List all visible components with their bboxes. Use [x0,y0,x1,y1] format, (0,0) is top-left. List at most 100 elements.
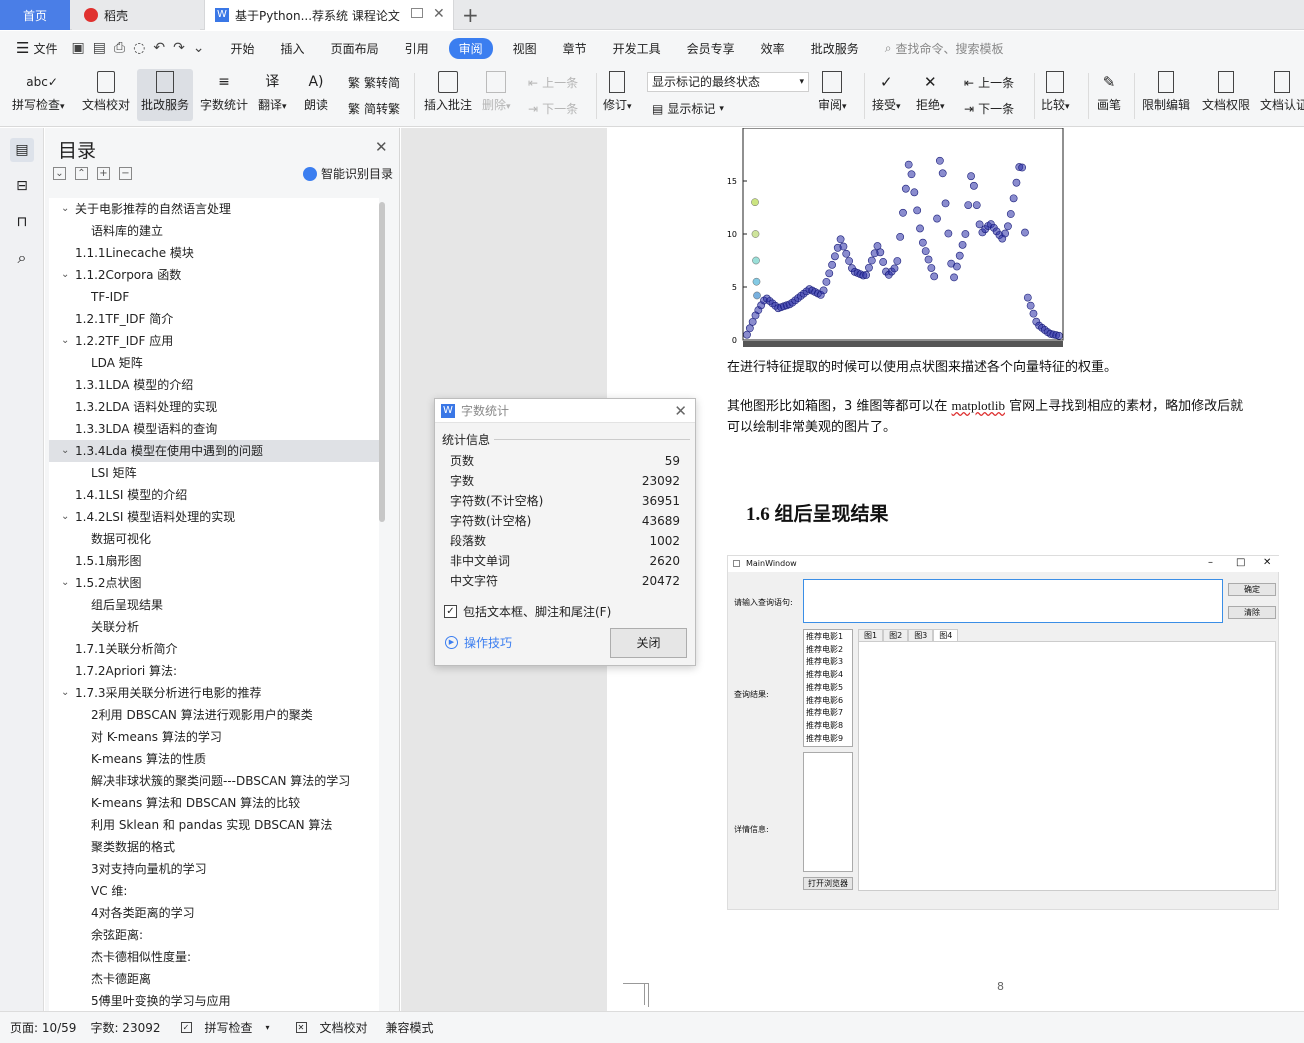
expand-icon[interactable]: + [97,167,110,180]
toc-scrollbar[interactable] [379,202,385,522]
outline-nav-icon[interactable]: ⊟ [10,174,34,198]
menu-correct[interactable]: 批改服务 [811,40,859,57]
markup-state-select[interactable]: 显示标记的最终状态 ▾ [647,72,809,92]
toc-item[interactable]: 3对支持向量机的学习 [49,858,379,880]
toc-item[interactable]: ⌄ 1.4.2LSI 模型语料处理的实现 [49,506,379,528]
chevron-down-icon[interactable]: ⌄ [61,506,69,528]
toc-item[interactable]: 杰卡德相似性度量: [49,946,379,968]
bookmark-icon[interactable]: ⊓ [10,210,34,234]
toc-item[interactable]: ⌄ 关于电影推荐的自然语言处理 [49,198,379,220]
document-page[interactable]: 15 10 5 0 在进行特征提取的时候可以使用点状图来描述各个向量特征的权重。 其他… [607,128,1304,1011]
menu-view[interactable]: 视图 [513,40,537,57]
menu-chapter[interactable]: 章节 [563,40,587,57]
toc-item[interactable]: LSI 矩阵 [49,462,379,484]
toc-item[interactable]: 1.7.1关联分析简介 [49,638,379,660]
menu-efficiency[interactable]: 效率 [761,40,785,57]
read-aloud-button[interactable]: A) 朗读 [304,71,328,113]
reject-button[interactable]: ✕ 拒绝▾ [916,71,945,113]
toc-item[interactable]: 语料库的建立 [49,220,379,242]
proofread-status[interactable]: ✕ 文档校对 [286,1019,368,1036]
chevron-down-icon[interactable]: ⌄ [61,440,69,462]
simp-to-trad-button[interactable]: 繁简转繁 [348,100,400,117]
next-change-button[interactable]: ⇥ 下一条 [964,100,1014,117]
monitor-icon[interactable] [411,8,423,18]
chevron-down-icon[interactable]: ⌄ [61,572,69,594]
toc-item[interactable]: 1.7.2Apriori 算法: [49,660,379,682]
collapse-icon[interactable]: − [119,167,132,180]
prev-change-button[interactable]: ⇤ 上一条 [964,74,1014,91]
doc-certify-button[interactable]: 文档认证 [1260,71,1304,113]
toc-item[interactable]: 解决非球状簇的聚类问题---DBSCAN 算法的学习 [49,770,379,792]
toc-item[interactable]: 关联分析 [49,616,379,638]
toc-item[interactable]: 1.4.1LSI 模型的介绍 [49,484,379,506]
smart-toc-button[interactable]: 智能识别目录 [303,165,393,182]
toc-item[interactable]: ⌄ 1.2.2TF_IDF 应用 [49,330,379,352]
spell-check-status[interactable]: ✓ 拼写检查 ▾ [171,1019,270,1036]
chevron-down-icon[interactable]: ⌄ [61,682,69,704]
close-icon[interactable]: ✕ [674,402,687,420]
correct-service-button[interactable]: 批改服务 [137,69,193,121]
include-checkbox[interactable]: ✓ [444,605,457,618]
collapse-down-icon[interactable]: ⌄ [53,167,66,180]
trad-to-simp-button[interactable]: 繁繁转简 [348,74,400,91]
pen-button[interactable]: ✎ 画笔 [1097,71,1121,113]
menu-member[interactable]: 会员专享 [687,40,735,57]
toc-item[interactable]: K-means 算法的性质 [49,748,379,770]
chevron-down-icon[interactable]: ⌄ [61,330,69,352]
close-icon[interactable]: ✕ [375,138,388,156]
tips-link[interactable]: ▶ 操作技巧 [445,634,512,651]
toc-item[interactable]: 杰卡德距离 [49,968,379,990]
toc-item[interactable]: 组后呈现结果 [49,594,379,616]
show-markup-button[interactable]: ▤ 显示标记 ▾ [652,100,724,117]
chevron-down-icon[interactable]: ⌄ [61,264,69,286]
menu-reference[interactable]: 引用 [405,40,429,57]
toc-nav-icon[interactable]: ▤ [10,138,34,162]
toc-item[interactable]: 余弦距离: [49,924,379,946]
word-count-indicator[interactable]: 字数: 23092 [90,1019,160,1036]
chevron-down-icon[interactable]: ⌄ [61,198,69,220]
translate-button[interactable]: 译 翻译▾ [258,71,287,113]
include-checkbox-row[interactable]: ✓ 包括文本框、脚注和尾注(F) [444,603,611,620]
toc-item[interactable]: 数据可视化 [49,528,379,550]
quick-access-icons[interactable]: ▣▤⎙◌↶↷⌄ [71,40,212,56]
toc-item[interactable]: ⌄ 1.7.3采用关联分析进行电影的推荐 [49,682,379,704]
word-count-button[interactable]: ≡ 字数统计 [200,71,248,113]
toc-item[interactable]: VC 维: [49,880,379,902]
toc-item[interactable]: 4对各类距离的学习 [49,902,379,924]
dialog-close-button[interactable]: 关闭 [610,628,687,658]
insert-comment-button[interactable]: 插入批注 [424,71,472,113]
toc-item[interactable]: 1.3.2LDA 语料处理的实现 [49,396,379,418]
toc-item[interactable]: K-means 算法和 DBSCAN 算法的比较 [49,792,379,814]
review-pane-button[interactable]: 审阅▾ [818,71,847,113]
toc-item[interactable]: 5傅里叶变换的学习与应用 [49,990,379,1011]
search-icon[interactable]: ⌕ [10,246,34,270]
toc-item[interactable]: 利用 Sklean 和 pandas 实现 DBSCAN 算法 [49,814,379,836]
delete-comment-button[interactable]: 删除▾ [482,71,511,113]
tab-document[interactable]: W 基于Python...荐系统 课程论文 ✕ [204,0,454,30]
tab-daoke[interactable]: 稻壳 [72,0,200,30]
menu-insert[interactable]: 插入 [281,40,305,57]
collapse-up-icon[interactable]: ⌃ [75,167,88,180]
accept-button[interactable]: ✓ 接受▾ [872,71,901,113]
compare-button[interactable]: 比较▾ [1041,71,1070,113]
toc-item[interactable]: LDA 矩阵 [49,352,379,374]
toc-item[interactable]: ⌄ 1.3.4Lda 模型在使用中遇到的问题 [49,440,379,462]
toc-item[interactable]: 2利用 DBSCAN 算法进行观影用户的聚类 [49,704,379,726]
menu-layout[interactable]: 页面布局 [331,40,379,57]
page-indicator[interactable]: 页面: 10/59 [10,1019,76,1036]
toc-item[interactable]: 聚类数据的格式 [49,836,379,858]
prev-comment-button[interactable]: ⇤ 上一条 [528,74,578,91]
toc-item[interactable]: 1.3.3LDA 模型语料的查询 [49,418,379,440]
hamburger-icon[interactable]: ☰ [16,39,29,57]
menu-review[interactable]: 审阅 [448,37,493,59]
tab-home[interactable]: 首页 [0,0,70,30]
toc-item[interactable]: TF-IDF [49,286,379,308]
search-command[interactable]: ⌕ 查找命令、搜索模板 [885,40,1004,57]
menu-file[interactable]: 文件 [33,40,57,57]
toc-item[interactable]: 1.5.1扇形图 [49,550,379,572]
doc-rights-button[interactable]: 文档权限 [1202,71,1250,113]
new-tab-icon[interactable]: + [462,3,479,27]
toc-item[interactable]: ⌄ 1.5.2点状图 [49,572,379,594]
close-tab-icon[interactable]: ✕ [433,6,445,22]
toc-item[interactable]: 1.3.1LDA 模型的介绍 [49,374,379,396]
